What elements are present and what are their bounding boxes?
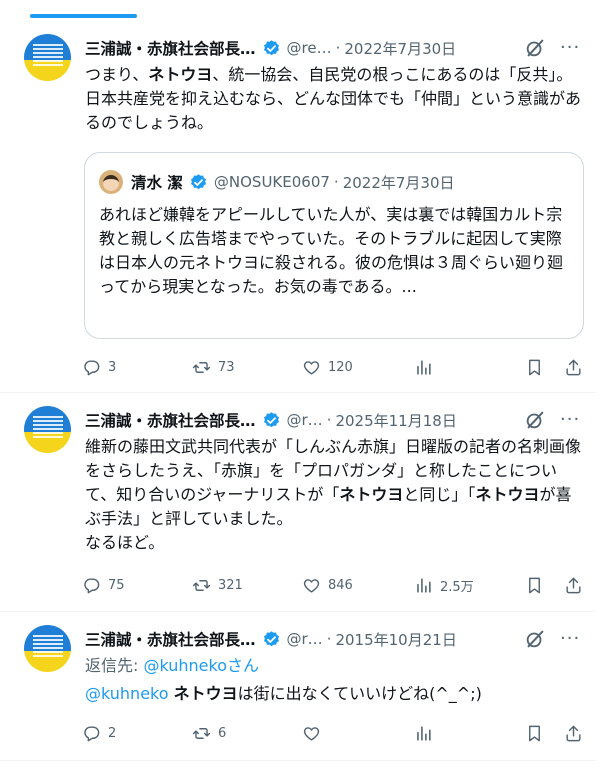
views-button[interactable]: [414, 355, 440, 379]
tweet-date[interactable]: 2025年11月18日: [335, 410, 456, 431]
bar-chart-icon: [414, 576, 433, 595]
tweet-date[interactable]: 2015年10月21日: [335, 629, 456, 650]
quote-author-name[interactable]: 清水 潔: [131, 171, 183, 193]
reply-mention-link[interactable]: @kuhneko: [143, 656, 227, 675]
reply-button[interactable]: 75: [82, 573, 125, 597]
separator-dot: ·: [326, 630, 332, 648]
quote-tweet[interactable]: 清水 潔 @NOSUKE0607 · 2022年7月30日 あれほど嫌韓をアピー…: [84, 152, 584, 339]
verified-badge-icon: [262, 630, 281, 649]
verified-badge-icon: [262, 411, 281, 430]
bookmark-button[interactable]: [525, 721, 544, 745]
verified-badge-icon: [262, 39, 281, 58]
avatar[interactable]: [24, 34, 71, 81]
heart-icon: [302, 724, 321, 743]
action-bar: 3 73 120: [82, 355, 588, 379]
repost-button[interactable]: 321: [192, 573, 243, 597]
like-button[interactable]: 846: [302, 573, 353, 597]
bookmark-icon: [525, 358, 544, 377]
bar-chart-icon: [414, 358, 433, 377]
share-button[interactable]: [564, 355, 583, 379]
tab-active-indicator: [30, 14, 137, 18]
reply-button[interactable]: 2: [82, 721, 116, 745]
bookmark-icon: [525, 576, 544, 595]
reply-context: 返信先: @kuhnekoさん: [85, 656, 260, 675]
speech-bubble-icon: [82, 724, 101, 743]
separator-dot: ·: [326, 411, 332, 429]
tweet-text: @kuhneko ネトウヨは街に出なくていいけどね(^_^;): [85, 684, 482, 703]
tweet-1[interactable]: 三浦誠・赤旗社会部長… @re… · 2022年7月30日 ··· つまり、ネト…: [0, 20, 596, 393]
reply-button[interactable]: 3: [82, 355, 116, 379]
separator-dot: ·: [333, 173, 339, 191]
tweet-date[interactable]: 2022年7月30日: [344, 38, 456, 59]
more-icon[interactable]: ···: [560, 410, 580, 430]
grok-icon[interactable]: [524, 37, 546, 59]
tweet-2[interactable]: 三浦誠・赤旗社会部長… @r… · 2025年11月18日 ··· 維新の藤田文…: [0, 394, 596, 612]
more-icon[interactable]: ···: [560, 629, 580, 649]
tweet-3[interactable]: 三浦誠・赤旗社会部長… @r… · 2015年10月21日 ··· 返信先: @…: [0, 613, 596, 761]
action-bar: 75 321 846 2.5万: [82, 573, 588, 597]
more-icon[interactable]: ···: [560, 38, 580, 58]
views-button[interactable]: 2.5万: [414, 573, 474, 597]
share-button[interactable]: [564, 573, 583, 597]
grok-icon[interactable]: [524, 628, 546, 650]
author-handle[interactable]: @r…: [287, 411, 323, 429]
action-bar: 2 6: [82, 721, 588, 745]
quote-avatar[interactable]: [99, 170, 123, 194]
heart-icon: [302, 358, 321, 377]
share-icon: [564, 576, 583, 595]
grok-icon[interactable]: [524, 409, 546, 431]
quote-text: あれほど嫌韓をアピールしていた人が、実は裏では韓国カルト宗教と親しく広告塔までや…: [99, 205, 564, 296]
tweet-text: 維新の藤田文武共同代表が「しんぶん赤旗」日曜版の記者の名刺画像をさらしたうえ、「…: [85, 437, 582, 552]
author-handle[interactable]: @re…: [287, 39, 332, 57]
share-icon: [564, 358, 583, 377]
like-button[interactable]: [302, 721, 328, 745]
heart-icon: [302, 576, 321, 595]
speech-bubble-icon: [82, 358, 101, 377]
share-button[interactable]: [564, 721, 583, 745]
bookmark-icon: [525, 724, 544, 743]
author-name[interactable]: 三浦誠・赤旗社会部長…: [85, 628, 256, 650]
repost-arrows-icon: [192, 358, 211, 377]
author-handle[interactable]: @r…: [287, 630, 323, 648]
verified-badge-icon: [189, 173, 208, 192]
avatar[interactable]: [24, 406, 71, 453]
bar-chart-icon: [414, 724, 433, 743]
author-name[interactable]: 三浦誠・赤旗社会部長…: [85, 37, 256, 59]
repost-button[interactable]: 6: [192, 721, 226, 745]
author-name[interactable]: 三浦誠・赤旗社会部長…: [85, 409, 256, 431]
avatar[interactable]: [24, 625, 71, 672]
bookmark-button[interactable]: [525, 573, 544, 597]
speech-bubble-icon: [82, 576, 101, 595]
quote-date[interactable]: 2022年7月30日: [343, 172, 455, 193]
tweet-text: つまり、ネトウヨ、統一協会、自民党の根っこにあるのは「反共」。日本共産党を抑え込…: [85, 65, 582, 132]
share-icon: [564, 724, 583, 743]
mention-link[interactable]: @kuhneko: [85, 684, 169, 703]
repost-button[interactable]: 73: [192, 355, 235, 379]
quote-author-handle[interactable]: @NOSUKE0607: [214, 173, 330, 191]
views-button[interactable]: [414, 721, 440, 745]
like-button[interactable]: 120: [302, 355, 353, 379]
bookmark-button[interactable]: [525, 355, 544, 379]
repost-arrows-icon: [192, 724, 211, 743]
repost-arrows-icon: [192, 576, 211, 595]
separator-dot: ·: [335, 39, 341, 57]
